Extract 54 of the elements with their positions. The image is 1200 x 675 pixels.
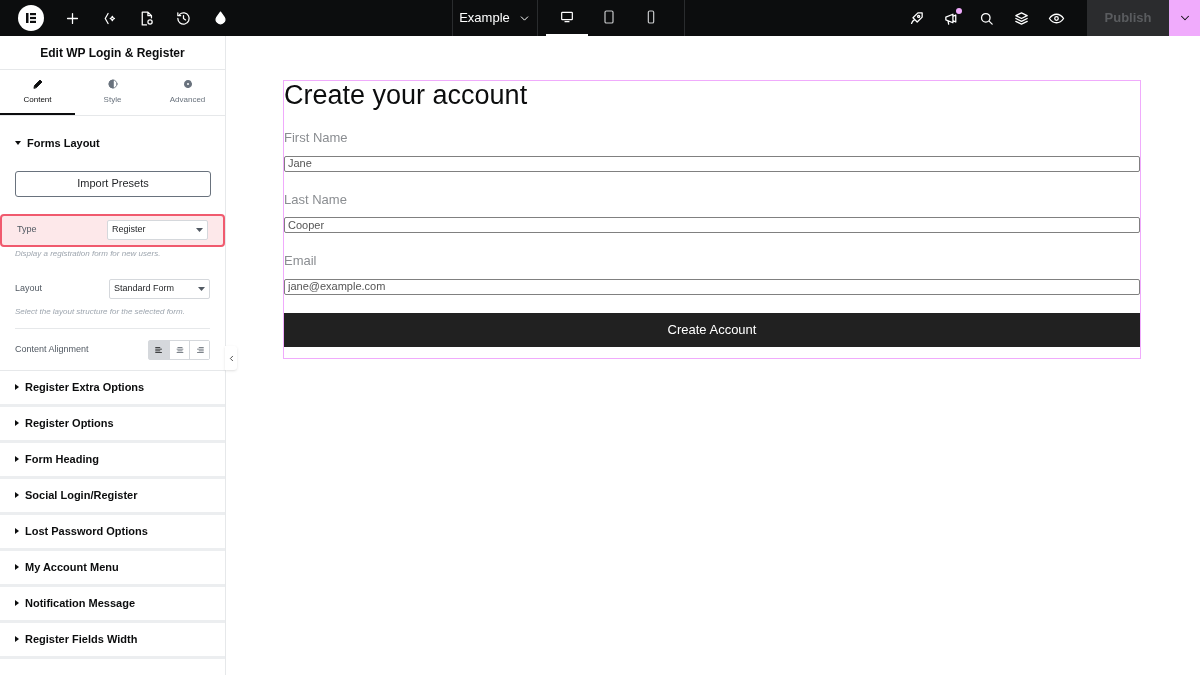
caret-right-icon[interactable] (15, 384, 19, 390)
field-label: Last Name (284, 190, 348, 209)
field-label: Email (284, 252, 318, 270)
logo-icon[interactable] (18, 5, 44, 31)
pencil-icon (31, 77, 44, 90)
align-right-button[interactable] (189, 340, 209, 359)
caret-right-icon[interactable] (15, 636, 19, 642)
select-field[interactable]: Register (107, 220, 208, 240)
panel-tab[interactable]: Style (75, 70, 150, 115)
contrast-icon (106, 77, 119, 90)
caret-down-icon[interactable] (15, 141, 21, 146)
tablet-icon (601, 9, 617, 25)
caret-down-icon (198, 287, 205, 291)
align-center-icon (174, 344, 185, 355)
desktop-icon (559, 9, 575, 25)
text-field[interactable]: jane@example.com (284, 278, 1140, 295)
align-right-icon (194, 344, 205, 355)
caret-right-icon[interactable] (15, 600, 19, 606)
control-label: Type (17, 223, 37, 237)
caret-right-icon[interactable] (15, 492, 19, 498)
control-label: Content Alignment (15, 342, 89, 356)
control-label: Layout (15, 282, 43, 296)
panel-tab[interactable]: Advanced (150, 70, 225, 115)
form-heading: Create your account (284, 80, 529, 110)
layers-icon[interactable] (1013, 9, 1030, 27)
section-title[interactable]: Social Login/Register (25, 486, 138, 504)
caret-down-icon (196, 228, 203, 232)
panel-tab[interactable]: Content (0, 70, 75, 115)
import-presets-button[interactable]: Import Presets (15, 170, 211, 197)
text-field[interactable]: Cooper (284, 217, 1140, 233)
section-title[interactable]: Register Extra Options (25, 378, 145, 396)
caret-right-icon[interactable] (15, 456, 19, 462)
help-text: Display a registration form for new users. (15, 247, 162, 260)
section-title[interactable]: My Account Menu (25, 558, 119, 576)
panel-title: Edit WP Login & Register (0, 36, 225, 70)
select-field[interactable]: Standard Form (109, 279, 210, 299)
align-left-button[interactable] (149, 340, 169, 359)
caret-right-icon[interactable] (15, 420, 19, 426)
history-icon[interactable] (175, 9, 192, 27)
section-title[interactable]: Register Options (25, 414, 114, 432)
section-title[interactable]: Notification Message (25, 594, 136, 612)
field-label: First Name (284, 129, 349, 147)
section-title[interactable]: Form Heading (25, 450, 99, 468)
help-text: Select the layout structure for the selected form. (15, 305, 186, 318)
caret-right-icon[interactable] (15, 528, 19, 534)
section-title[interactable]: Forms Layout (27, 135, 100, 152)
section-title[interactable]: Lost Password Options (25, 522, 148, 540)
section-title[interactable]: Register Fields Width (25, 630, 138, 648)
alignment-toggle[interactable] (148, 339, 210, 360)
rocket-icon[interactable] (908, 9, 925, 27)
align-left-icon (154, 344, 164, 355)
text-field[interactable]: Jane (284, 155, 1140, 172)
create-account-button[interactable]: Create Account (284, 312, 1140, 347)
caret-right-icon[interactable] (15, 564, 19, 570)
